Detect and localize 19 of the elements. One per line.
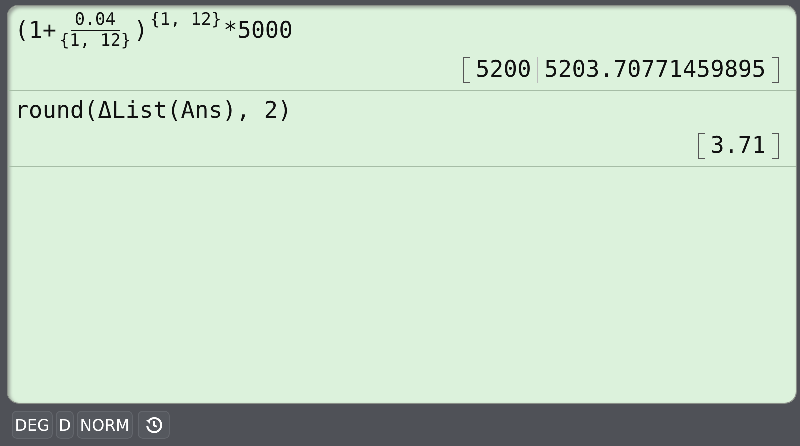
- bracket-icon: [772, 57, 779, 83]
- matrix-cell: 5203.70771459895: [537, 57, 772, 83]
- expression-text: round(ΔList(Ans), 2): [15, 98, 292, 124]
- mode-button[interactable]: NORM: [77, 411, 133, 439]
- expression-text: ): [134, 18, 148, 44]
- denominator-text: {1, 12}: [58, 31, 132, 51]
- expression-text: *5000: [224, 18, 293, 44]
- history-icon: [144, 416, 163, 434]
- expression-text: (1+: [15, 18, 57, 44]
- numerator-text: 0.04: [70, 10, 120, 31]
- bracket-icon: [698, 133, 705, 159]
- mode-button[interactable]: D: [56, 411, 74, 439]
- history-button[interactable]: [138, 411, 170, 439]
- bracket-icon: [463, 57, 470, 83]
- matrix-cell-text: 5200: [475, 57, 532, 83]
- exponent-text: {1, 12}: [150, 10, 222, 30]
- bracket-icon: [772, 133, 779, 159]
- mode-button[interactable]: DEG: [12, 411, 53, 439]
- matrix-cell-text: 3.71: [710, 133, 767, 159]
